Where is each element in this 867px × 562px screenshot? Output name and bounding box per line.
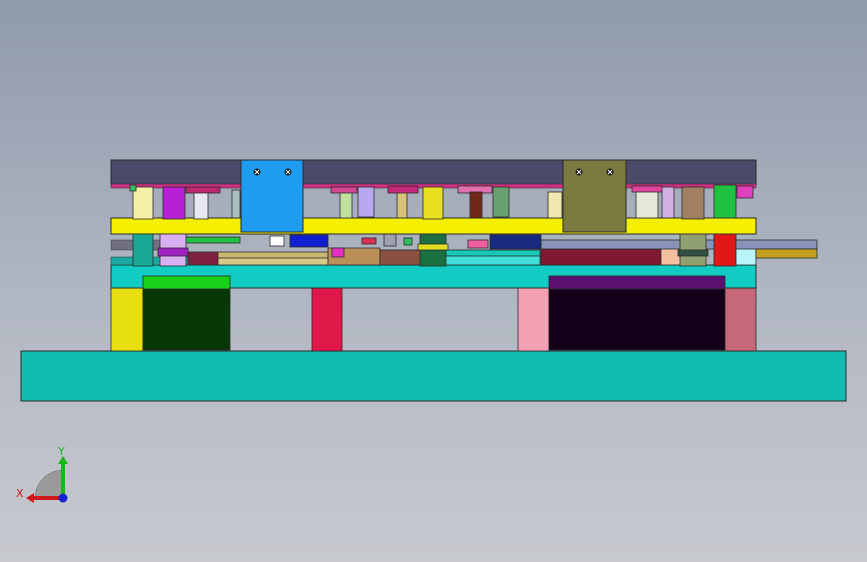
x-axis-arrowhead [26, 493, 34, 503]
strip-gold [755, 248, 818, 259]
die-insert-1 [187, 251, 219, 266]
spring-green-mid [492, 186, 510, 218]
pillar-cream-left [132, 186, 154, 220]
die-insert-3 [217, 257, 329, 266]
pillar-sand [396, 191, 408, 219]
small-pink-1 [467, 239, 489, 249]
die-insert-7 [439, 255, 541, 266]
pillar-cream-2 [547, 191, 563, 219]
spring-lavender [357, 186, 375, 218]
pillar-gray-1 [231, 189, 241, 219]
cap-pink-1 [185, 186, 221, 194]
guide-teal-left [132, 233, 154, 267]
cap-magenta-right [736, 185, 754, 199]
small-gray-1 [383, 233, 397, 247]
guide-ring-left [157, 247, 189, 257]
green-strip [179, 236, 241, 244]
spring-yellow [422, 186, 444, 220]
purple-block-cap [548, 275, 726, 290]
base-plate [20, 350, 847, 402]
y-axis-label: Y [57, 445, 65, 458]
cap-pink-3 [387, 185, 419, 194]
x-axis-label: X [16, 487, 24, 500]
spring-tan-right [681, 186, 705, 220]
green-block [142, 287, 231, 351]
magenta-insert [331, 247, 345, 258]
top-plate [110, 159, 757, 186]
dark-red-block [540, 247, 662, 266]
blue-block [240, 159, 304, 233]
cap-pink-5 [631, 185, 663, 193]
die-assembly [20, 159, 847, 402]
green-block-cap [142, 275, 231, 290]
blue-insert [289, 234, 329, 248]
z-axis-dot [58, 493, 68, 503]
spring-purple-left [162, 186, 186, 220]
pink-post [517, 287, 550, 352]
small-green-1 [403, 237, 413, 246]
cap-pink-2 [330, 186, 358, 194]
purple-block [548, 287, 726, 351]
pillar-brown [469, 191, 483, 219]
guide-ring-right [677, 249, 709, 257]
pillar-white-1 [193, 191, 209, 220]
strip-gray [540, 239, 818, 250]
right-pink-post [724, 287, 757, 352]
spring-white-right [635, 189, 659, 219]
pillar-green-right [713, 184, 737, 219]
guide-ring-mid [417, 243, 449, 251]
olive-block [562, 159, 627, 233]
axis-triad: X Y [16, 445, 68, 503]
die-assembly-drawing[interactable]: X Y [0, 0, 867, 562]
pillar-lightgreen [339, 191, 353, 219]
pillar-green-left-small [129, 184, 137, 192]
yellow-plate [110, 217, 757, 235]
guide-red-right [713, 233, 737, 267]
navy-insert [489, 234, 542, 250]
left-yellow-post [110, 287, 144, 352]
small-red-1 [361, 237, 377, 245]
small-white-1 [269, 235, 285, 247]
cad-viewport[interactable]: X Y [0, 0, 867, 562]
light-cyan-block [734, 247, 757, 266]
pillar-lavender-r [661, 186, 675, 219]
triad-quadrant [34, 469, 64, 499]
red-post [311, 287, 343, 352]
